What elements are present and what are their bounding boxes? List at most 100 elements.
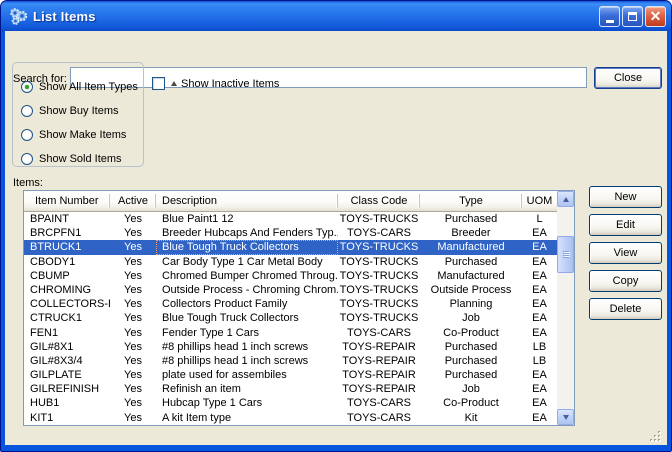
items-table-body: BPAINT Yes Blue Paint1 12 TOYS-TRUCKS Purcha…: [24, 212, 557, 425]
table-row[interactable]: FEN1 Yes Fender Type 1 Cars TOYS-CARS Co-Pro…: [24, 326, 557, 340]
table-cell: Purchased: [444, 255, 498, 268]
gears-icon: [10, 7, 28, 25]
maximize-button[interactable]: [622, 6, 643, 27]
titlebar[interactable]: List Items ✕: [1, 1, 671, 31]
table-row[interactable]: GILREFINISH Yes Refinish an item TOYS-REPAI…: [24, 382, 557, 396]
table-row[interactable]: GIL#8X1 Yes #8 phillips head 1 inch screws…: [24, 340, 557, 354]
view-button[interactable]: View: [589, 242, 662, 264]
table-cell: Manufactured: [437, 269, 505, 282]
table-cell: KIT1: [30, 411, 54, 424]
arrow-up-icon: [562, 196, 569, 202]
table-cell: CHROMING: [30, 283, 92, 296]
table-cell: Purchased: [444, 354, 498, 367]
table-row[interactable]: CBODY1 Yes Car Body Type 1 Car Metal Body T…: [24, 255, 557, 269]
table-cell: TOYS-CARS: [347, 397, 411, 410]
radio-label: Show Buy Items: [39, 105, 119, 117]
table-cell: EA: [532, 283, 547, 296]
table-cell: TOYS-TRUCKS: [339, 269, 419, 282]
table-cell: Yes: [124, 213, 142, 225]
table-cell: #8 phillips head 1 inch screws: [162, 340, 309, 353]
table-cell: #8 phillips head 1 inch screws: [162, 354, 309, 367]
table-cell: EA: [532, 312, 547, 325]
table-cell: Outside Process - Chroming Chrom...: [162, 283, 338, 296]
radio-show-sold-items[interactable]: Show Sold Items: [13, 147, 143, 171]
table-cell: Yes: [124, 397, 142, 410]
table-cell: Yes: [124, 383, 142, 396]
table-cell: TOYS-TRUCKS: [339, 283, 419, 296]
table-cell: TOYS-TRUCKS: [339, 312, 419, 325]
table-cell: EA: [532, 397, 547, 410]
table-cell: TOYS-TRUCKS: [339, 213, 419, 225]
table-cell: Co-Product: [443, 326, 499, 339]
table-cell: EA: [532, 227, 547, 240]
search-input[interactable]: [70, 67, 587, 88]
radio-show-all-item-types[interactable]: Show All Item Types: [13, 75, 143, 99]
table-cell: Breeder Hubcaps And Fenders Typ...: [162, 227, 338, 240]
new-button[interactable]: New: [589, 186, 662, 208]
table-cell: TOYS-REPAIR: [342, 383, 416, 396]
scrollbar-thumb[interactable]: [557, 236, 574, 273]
table-cell: Yes: [124, 326, 142, 339]
table-cell: Yes: [124, 269, 142, 282]
column-header-active[interactable]: Active: [110, 191, 156, 211]
table-cell: BRCPFN1: [30, 227, 82, 240]
table-row[interactable]: BRCPFN1 Yes Breeder Hubcaps And Fenders Ty…: [24, 226, 557, 240]
table-row[interactable]: KIT1 Yes A kit Item type TOYS-CARS Kit EA: [24, 411, 557, 425]
copy-button[interactable]: Copy: [589, 270, 662, 292]
table-cell: TOYS-CARS: [347, 227, 411, 240]
show-inactive-checkbox[interactable]: [152, 77, 165, 90]
close-dialog-button[interactable]: Close: [594, 67, 662, 89]
table-row[interactable]: CBUMP Yes Chromed Bumper Chromed Throug...…: [24, 269, 557, 283]
radio-show-buy-items[interactable]: Show Buy Items: [13, 99, 143, 123]
column-header-description[interactable]: Description: [156, 191, 338, 211]
table-cell: EA: [532, 269, 547, 282]
table-row[interactable]: GIL#8X3/4 Yes #8 phillips head 1 inch scre…: [24, 354, 557, 368]
table-row[interactable]: COLLECTORS-LINE Yes Collectors Product Fam…: [24, 297, 557, 311]
table-cell: TOYS-REPAIR: [342, 354, 416, 367]
show-inactive-label: Show Inactive Items: [181, 77, 280, 90]
radio-show-make-items[interactable]: Show Make Items: [13, 123, 143, 147]
table-cell: TOYS-TRUCKS: [339, 298, 419, 311]
caret-up-icon: [171, 81, 177, 86]
table-cell: HUB1: [30, 397, 60, 410]
table-cell: GILPLATE: [30, 369, 82, 382]
table-cell: Purchased: [444, 213, 498, 225]
table-cell: Hubcap Type 1 Cars: [162, 397, 263, 410]
table-cell: EA: [532, 411, 547, 424]
table-cell: BTRUCK1: [30, 241, 82, 254]
minimize-button[interactable]: [599, 6, 620, 27]
column-header-item-number[interactable]: Item Number: [24, 191, 110, 211]
column-header-uom[interactable]: UOM: [522, 191, 557, 211]
table-cell: TOYS-REPAIR: [342, 369, 416, 382]
vertical-scrollbar[interactable]: [557, 191, 574, 425]
table-cell: Manufactured: [437, 241, 505, 254]
resize-grip[interactable]: [650, 431, 652, 433]
scrollbar-up-button[interactable]: [557, 191, 574, 207]
table-cell: Purchased: [444, 340, 498, 353]
column-header-type[interactable]: Type: [420, 191, 522, 211]
edit-button[interactable]: Edit: [589, 214, 662, 236]
table-cell: Kit: [464, 411, 478, 424]
table-cell: TOYS-TRUCKS: [339, 241, 419, 254]
table-row[interactable]: GILPLATE Yes plate used for assembiles TOYS…: [24, 368, 557, 382]
table-cell: Yes: [124, 227, 142, 240]
table-row[interactable]: CHROMING Yes Outside Process - Chroming Ch…: [24, 283, 557, 297]
table-row[interactable]: HUB1 Yes Hubcap Type 1 Cars TOYS-CARS Co-Pro…: [24, 396, 557, 410]
delete-button[interactable]: Delete: [589, 298, 662, 320]
table-cell: LB: [532, 340, 547, 353]
table-cell: Yes: [124, 411, 142, 424]
table-cell: A kit Item type: [162, 411, 232, 424]
show-inactive-row: Show Inactive Items: [152, 77, 279, 90]
item-type-filter-group: Show All Item Types Show Buy Items Show …: [12, 62, 144, 167]
close-window-button[interactable]: ✕: [645, 6, 666, 27]
column-header-class-code[interactable]: Class Code: [338, 191, 420, 211]
table-row[interactable]: BPAINT Yes Blue Paint1 12 TOYS-TRUCKS Purcha…: [24, 212, 557, 226]
radio-icon: [21, 153, 33, 165]
scrollbar-down-button[interactable]: [557, 409, 574, 425]
table-cell: CBUMP: [30, 269, 70, 282]
radio-label: Show Sold Items: [39, 153, 122, 165]
radio-label: Show All Item Types: [39, 81, 138, 93]
table-row[interactable]: BTRUCK1 Yes Blue Tough Truck Collectors TOY…: [24, 240, 557, 255]
table-row[interactable]: CTRUCK1 Yes Blue Tough Truck Collectors TOY…: [24, 311, 557, 325]
table-cell: Outside Process: [430, 283, 512, 296]
